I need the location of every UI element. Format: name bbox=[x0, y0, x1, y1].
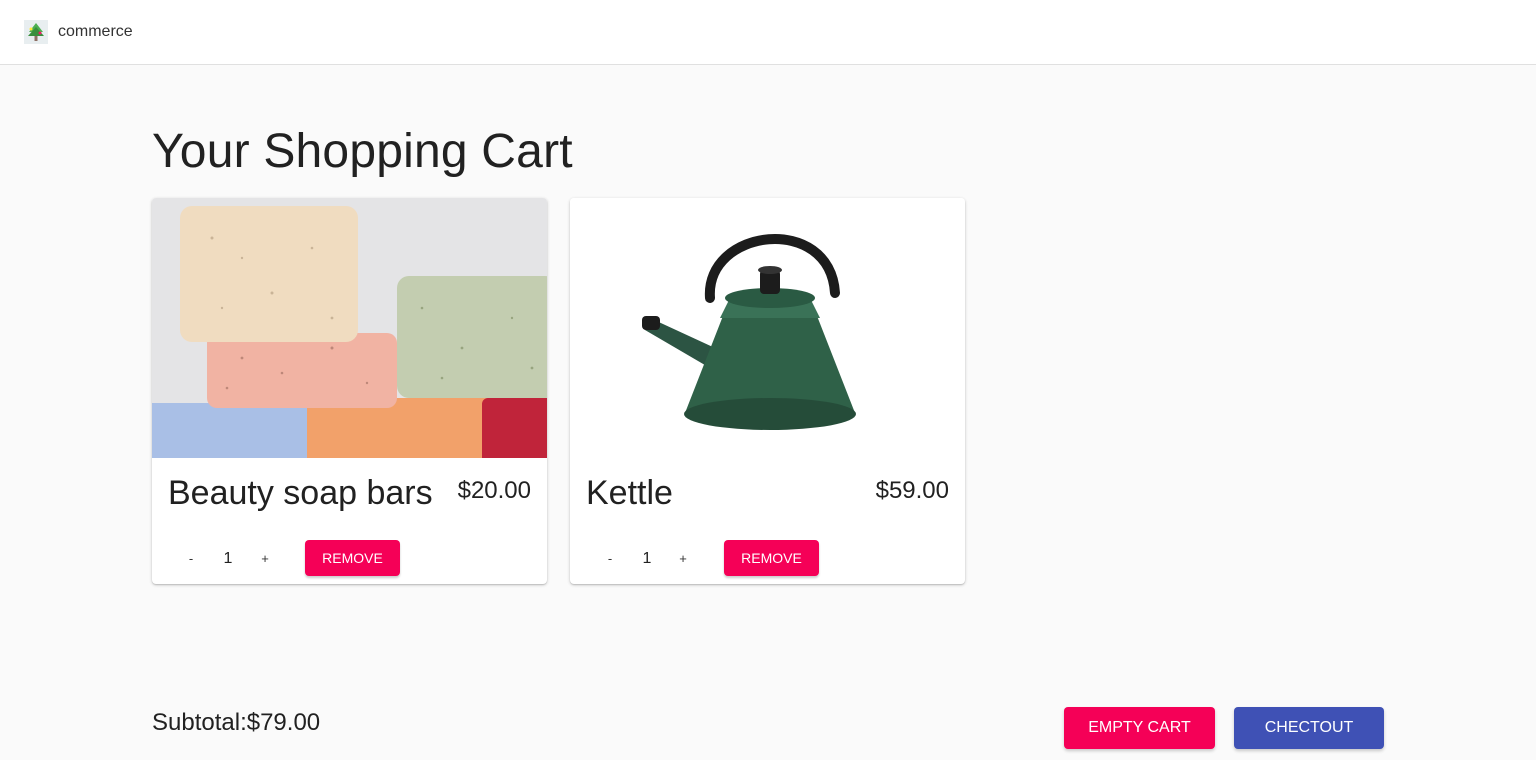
remove-button[interactable]: REMOVE bbox=[724, 540, 819, 576]
app-bar: commerce bbox=[0, 0, 1536, 65]
product-price: $20.00 bbox=[457, 477, 531, 504]
brand-name[interactable]: commerce bbox=[58, 23, 133, 41]
cart-item-card: Kettle $59.00 bbox=[570, 198, 965, 584]
increase-quantity-button[interactable]: + bbox=[255, 545, 275, 573]
increase-quantity-button[interactable]: + bbox=[673, 545, 693, 573]
tree-logo-icon[interactable] bbox=[24, 20, 48, 44]
remove-button[interactable]: REMOVE bbox=[305, 540, 400, 576]
decrease-quantity-button[interactable]: - bbox=[600, 545, 620, 573]
soap-bars-image bbox=[152, 198, 547, 458]
quantity-value: 1 bbox=[223, 550, 233, 567]
kettle-image bbox=[570, 198, 965, 458]
product-name: Beauty soap bars bbox=[168, 474, 433, 512]
checkout-button[interactable]: CHECTOUT bbox=[1234, 707, 1384, 749]
cart-item-card: Beauty soap bars $20.00 bbox=[152, 198, 547, 584]
quantity-value: 1 bbox=[642, 550, 652, 567]
subtotal: Subtotal:$79.00 bbox=[152, 709, 321, 736]
product-name: Kettle bbox=[586, 474, 673, 512]
decrease-quantity-button[interactable]: - bbox=[181, 545, 201, 573]
empty-cart-button[interactable]: EMPTY CART bbox=[1064, 707, 1215, 749]
product-price: $59.00 bbox=[875, 477, 949, 504]
page-title: Your Shopping Cart bbox=[152, 125, 573, 178]
